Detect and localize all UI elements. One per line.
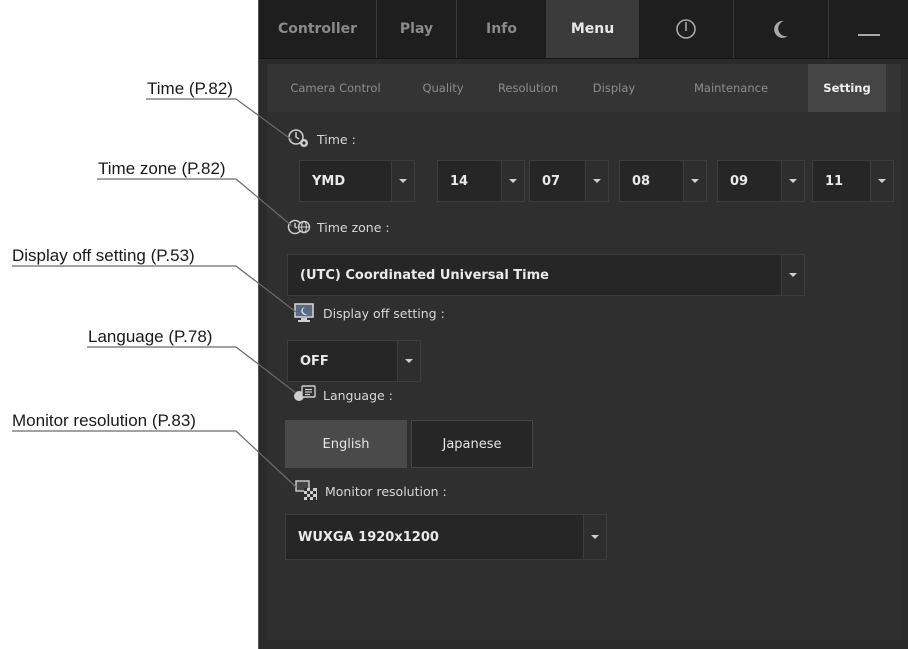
callout-display-off: Display off setting (P.53) [12,246,195,265]
month-value: 07 [542,173,561,189]
monitor-checker-icon [295,480,319,502]
settings-panel: Controller Play Info Menu Camera Control… [258,0,908,649]
tab-display[interactable]: Display [574,64,654,112]
tab-menu[interactable]: Menu [547,0,639,58]
settings-tab-bar: Camera Control Quality Resolution Displa… [267,64,901,113]
chevron-down-icon [397,341,420,381]
clock-gear-icon [287,128,311,150]
setting-content: Time : YMD 14 07 08 09 11 Time zone : (U… [267,112,901,640]
chevron-down-icon [781,255,804,295]
day-value: 08 [632,173,651,189]
minute-dropdown[interactable]: 11 [812,160,894,202]
chevron-down-icon [781,161,804,201]
time-section-label: Time : [287,128,356,150]
tab-play[interactable]: Play [377,0,457,58]
time-format-dropdown[interactable]: YMD [299,160,415,202]
chevron-down-icon [870,161,893,201]
monitor-resolution-section-label: Monitor resolution : [295,480,447,502]
monitor-resolution-label: Monitor resolution : [325,483,447,499]
monitor-moon-icon [293,302,317,324]
time-zone-value: (UTC) Coordinated Universal Time [300,267,549,283]
power-icon [675,18,697,40]
callout-language: Language (P.78) [88,327,213,346]
language-japanese-button[interactable]: Japanese [411,420,533,468]
speech-bubble-icon [293,384,317,406]
year-dropdown[interactable]: 14 [437,160,525,202]
minimize-icon [856,18,882,40]
display-off-label: Display off setting : [323,305,445,321]
time-zone-dropdown[interactable]: (UTC) Coordinated Universal Time [287,254,805,296]
power-button[interactable] [639,0,734,58]
tab-maintenance[interactable]: Maintenance [654,64,808,112]
month-dropdown[interactable]: 07 [529,160,609,202]
clock-globe-icon [287,216,311,238]
hour-dropdown[interactable]: 09 [717,160,805,202]
moon-icon [770,18,792,40]
callout-time-zone: Time zone (P.82) [98,159,226,178]
hour-value: 09 [730,173,749,189]
year-value: 14 [450,173,469,189]
minimize-button[interactable] [829,0,908,58]
callout-time: Time (P.82) [147,79,233,98]
display-off-section-label: Display off setting : [293,302,445,324]
tab-camera-control[interactable]: Camera Control [267,64,404,112]
chevron-down-icon [501,161,524,201]
monitor-resolution-dropdown[interactable]: WUXGA 1920x1200 [285,514,607,560]
main-tab-bar: Controller Play Info Menu [259,0,908,59]
time-zone-label: Time zone : [317,219,390,235]
tab-quality[interactable]: Quality [404,64,482,112]
language-section-label: Language : [293,384,393,406]
monitor-resolution-value: WUXGA 1920x1200 [298,529,439,545]
callout-monitor-resolution: Monitor resolution (P.83) [12,411,196,430]
language-english-button[interactable]: English [285,420,407,468]
sleep-button[interactable] [734,0,829,58]
chevron-down-icon [585,161,608,201]
chevron-down-icon [391,161,414,201]
chevron-down-icon [683,161,706,201]
display-off-value: OFF [300,353,329,369]
tab-setting[interactable]: Setting [808,64,886,112]
tab-info[interactable]: Info [457,0,547,58]
tab-controller[interactable]: Controller [259,0,377,58]
time-format-value: YMD [312,173,346,189]
day-dropdown[interactable]: 08 [619,160,707,202]
chevron-down-icon [583,515,606,559]
display-off-dropdown[interactable]: OFF [287,340,421,382]
time-zone-section-label: Time zone : [287,216,390,238]
minute-value: 11 [825,173,844,189]
tab-resolution[interactable]: Resolution [482,64,574,112]
language-label: Language : [323,387,393,403]
time-label: Time : [317,131,356,147]
